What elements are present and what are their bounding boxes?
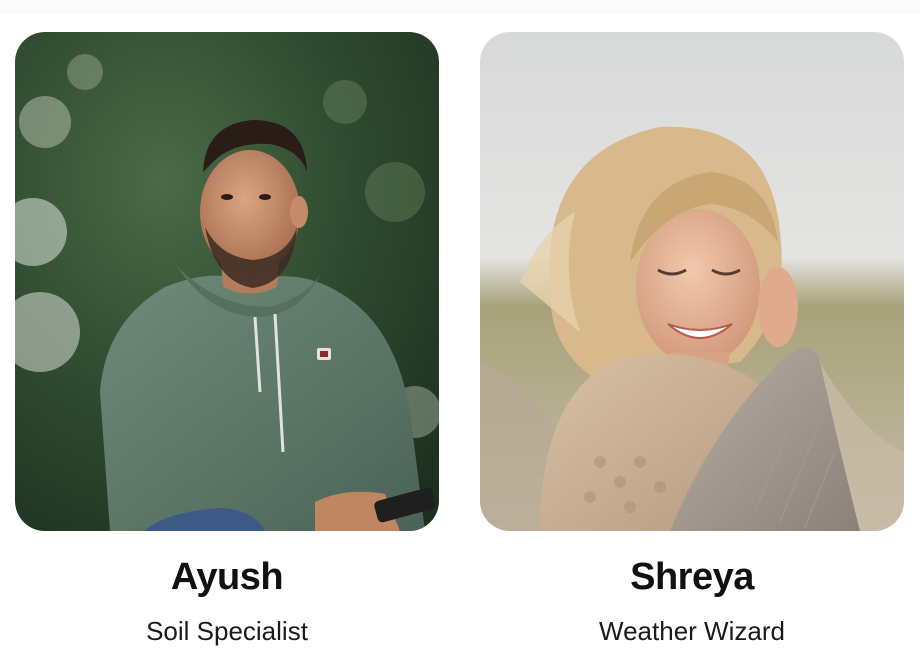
member-role: Weather Wizard <box>599 616 785 646</box>
portrait-image-ayush <box>15 32 439 531</box>
profile-photo-shreya <box>480 32 904 531</box>
team-card-ayush[interactable]: Ayush Soil Specialist <box>15 32 439 646</box>
member-role: Soil Specialist <box>146 616 308 646</box>
team-grid: Ayush Soil Specialist Shreya Weather Wiz… <box>0 0 920 666</box>
portrait-image-shreya <box>480 32 904 531</box>
member-name: Ayush <box>170 556 284 598</box>
team-card-shreya[interactable]: Shreya Weather Wizard <box>480 32 904 646</box>
profile-photo-ayush <box>15 32 439 531</box>
member-name: Shreya <box>630 556 754 598</box>
